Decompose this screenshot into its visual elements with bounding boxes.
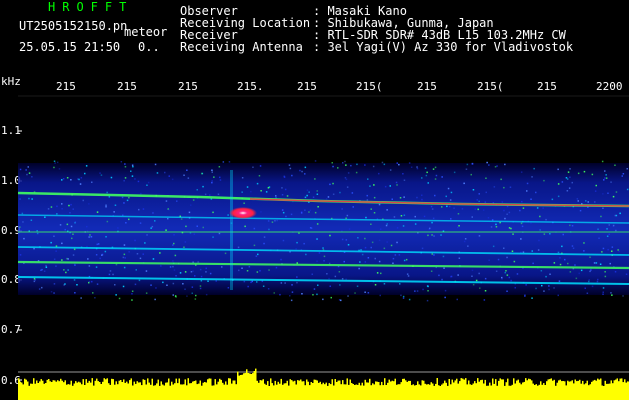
spectrogram-plot bbox=[17, 95, 629, 400]
meteor-vertical-streak bbox=[230, 170, 233, 290]
meteor-echo bbox=[229, 207, 257, 219]
amplitude-bars bbox=[18, 368, 629, 400]
